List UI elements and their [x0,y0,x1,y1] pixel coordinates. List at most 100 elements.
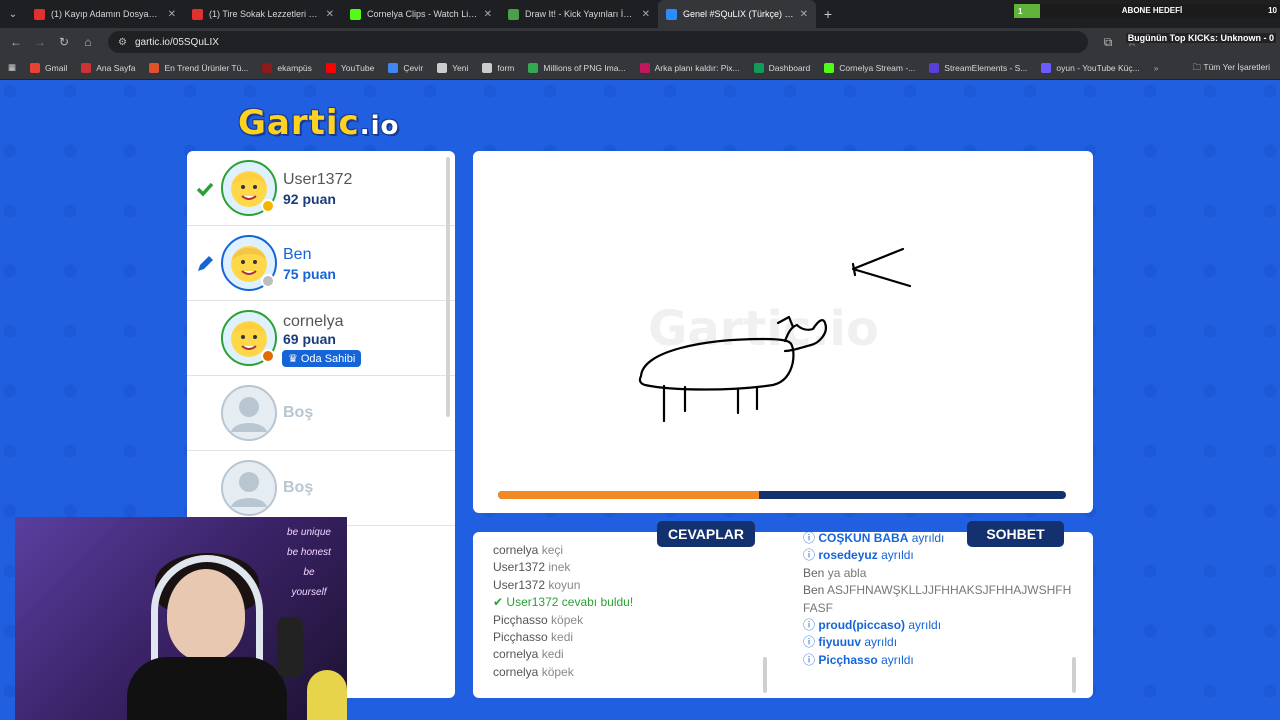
bookmark-item[interactable]: En Trend Ürünler Tü... [149,62,248,73]
answers-and-chat-panel: cornelya keçi User1372 inek User1372 koyun… [473,532,1093,698]
round-timer [498,491,1066,499]
subscriber-goal-count: 10 [1264,4,1280,18]
answers-scrollbar[interactable] [763,657,767,693]
player-row[interactable]: User1372 92 puan [187,151,455,226]
site-info-icon[interactable]: ⚙ [118,37,127,48]
browser-tab[interactable]: (1) Kayıp Adamın Dosyasında O ✕ [26,0,184,28]
back-icon[interactable]: ← [4,35,28,49]
drawing-strokes [638,247,912,423]
bookmark-item[interactable]: Yeni [437,62,468,73]
chat-item: Ben ya abla [803,565,867,580]
player-row[interactable]: cornelya 69 puan ♛ Oda Sahibi [187,301,455,376]
check-icon: ✔ [493,595,504,610]
plush-toy [307,670,347,720]
empty-slot-label: Boş [283,479,314,496]
tab-title: Genel #SQuLIX (Türkçe) - Gartic [683,9,794,19]
bookmark-item[interactable]: Gmail [30,62,67,73]
bookmark-favicon-icon [639,62,650,73]
info-icon: ⓘ [803,548,816,563]
bookmark-favicon-icon [325,62,336,73]
bookmark-item[interactable]: Çevir [388,62,423,73]
cow-ear-stroke [776,315,795,329]
player-row[interactable]: Ben 75 puan [187,226,455,301]
browser-tab-strip: ⌄ (1) Kayıp Adamın Dosyasında O ✕ (1) Ti… [0,0,1280,28]
bookmark-favicon-icon [81,62,92,73]
player-row[interactable]: Boş [187,451,455,526]
tab-favicon-icon [666,8,677,20]
close-tab-icon[interactable]: ✕ [642,9,650,20]
tab-favicon-icon [34,8,45,20]
round-timer-fill [498,491,760,499]
player-row[interactable]: Boş [187,376,455,451]
bookmark-favicon-icon [262,62,273,73]
bookmark-favicon-icon [753,62,764,73]
close-tab-icon[interactable]: ✕ [484,9,492,20]
player-name: cornelya [283,313,344,330]
answer-item: cornelya kedi [493,647,564,662]
browser-tab[interactable]: Genel #SQuLIX (Türkçe) - Gartic ✕ [658,0,816,28]
tab-list: (1) Kayıp Adamın Dosyasında O ✕ (1) Tire… [26,0,816,28]
reload-icon[interactable]: ↻ [52,35,76,49]
url-bar[interactable]: ⚙ gartic.io/05SQuLIX [108,31,1088,53]
answer-item: User1372 inek [493,560,571,575]
neon-sign: be unique be honest be yourself [287,527,331,598]
tab-favicon-icon [192,8,203,20]
close-tab-icon[interactable]: ✕ [326,9,334,20]
bookmark-favicon-icon [149,62,160,73]
empty-avatar [221,385,277,441]
answer-item: User1372 koyun [493,577,581,592]
bookmark-item[interactable]: Arka planı kaldır: Pix... [639,62,740,73]
player-status-dot [261,349,275,363]
close-tab-icon[interactable]: ✕ [168,9,176,20]
chat-header: SOHBET [967,521,1064,547]
install-app-icon[interactable]: ⧉ [1096,35,1120,50]
info-icon: ⓘ [803,652,816,667]
browser-tab[interactable]: (1) Tire Sokak Lezzetleri | Vlog ✕ [184,0,342,28]
bookmark-item[interactable]: Ana Sayfa [81,62,135,73]
answers-header: CEVAPLAR [657,521,755,547]
bookmark-favicon-icon [929,62,940,73]
chat-item: ⓘ rosedeyuz ayrıldı [803,548,914,563]
close-tab-icon[interactable]: ✕ [800,9,808,20]
bookmark-favicon-icon [528,62,539,73]
answer-item: Picçhasso köpek [493,612,584,627]
chat-list: ⓘ COŞKUN BABA ayrıldı ⓘ rosedeyuz ayrıldı… [803,532,1073,669]
tab-favicon-icon [508,8,519,20]
player-status-dot [261,199,275,213]
microphone [277,617,303,677]
tab-title: (1) Kayıp Adamın Dosyasında O [51,9,162,19]
bookmark-item[interactable]: Millions of PNG Ima... [528,62,626,73]
streamer-webcam: be unique be honest be yourself [15,517,347,720]
player-points: 75 puan [283,266,336,282]
bookmark-item[interactable]: ekampüs [262,62,312,73]
info-icon: ⓘ [803,532,816,545]
player-points: 92 puan [283,191,336,207]
chat-item: Ben ASJFHNAWŞKLLJJFHHAKSJFHHAJWSHFHFASF [803,583,1072,615]
tab-title: Draw It! - Kick Yayınları İçin Çiz [525,9,636,19]
browser-tab[interactable]: Cornelya Clips - Watch Live on ✕ [342,0,500,28]
bookmark-item[interactable]: form [482,62,514,73]
bookmarks-overflow-icon[interactable]: » [1154,63,1159,73]
bookmark-item[interactable]: Dashboard [753,62,810,73]
bookmark-item[interactable]: YouTube [325,62,374,73]
answer-item: ✔ User1372 cevabı buldu! [493,595,634,610]
pencil-icon [195,254,215,274]
tab-search-button[interactable]: ⌄ [0,0,26,28]
new-tab-button[interactable]: + [816,6,840,22]
chat-item: ⓘ Picçhasso ayrıldı [803,652,914,667]
headset [151,555,263,665]
bookmark-item[interactable]: oyun - YouTube Küç... [1041,62,1140,73]
bookmark-item[interactable]: Cornelya Stream -... [824,62,915,73]
drawing-canvas[interactable]: Gartic.io [473,151,1093,513]
subscriber-goal-level: 1 [1018,6,1023,16]
all-bookmarks-folder[interactable]: 🗀 Tüm Yer İşaretleri [1193,62,1270,76]
apps-grid-icon[interactable]: ▦ [8,62,16,73]
home-icon[interactable]: ⌂ [76,35,100,49]
player-list-scrollbar[interactable] [446,157,450,417]
room-owner-badge: ♛ Oda Sahibi [282,350,362,367]
forward-icon[interactable]: → [28,35,52,49]
bookmark-item[interactable]: StreamElements - S... [929,62,1027,73]
chat-scrollbar[interactable] [1072,657,1076,693]
crown-icon: ♛ [288,353,298,365]
browser-tab[interactable]: Draw It! - Kick Yayınları İçin Çiz ✕ [500,0,658,28]
